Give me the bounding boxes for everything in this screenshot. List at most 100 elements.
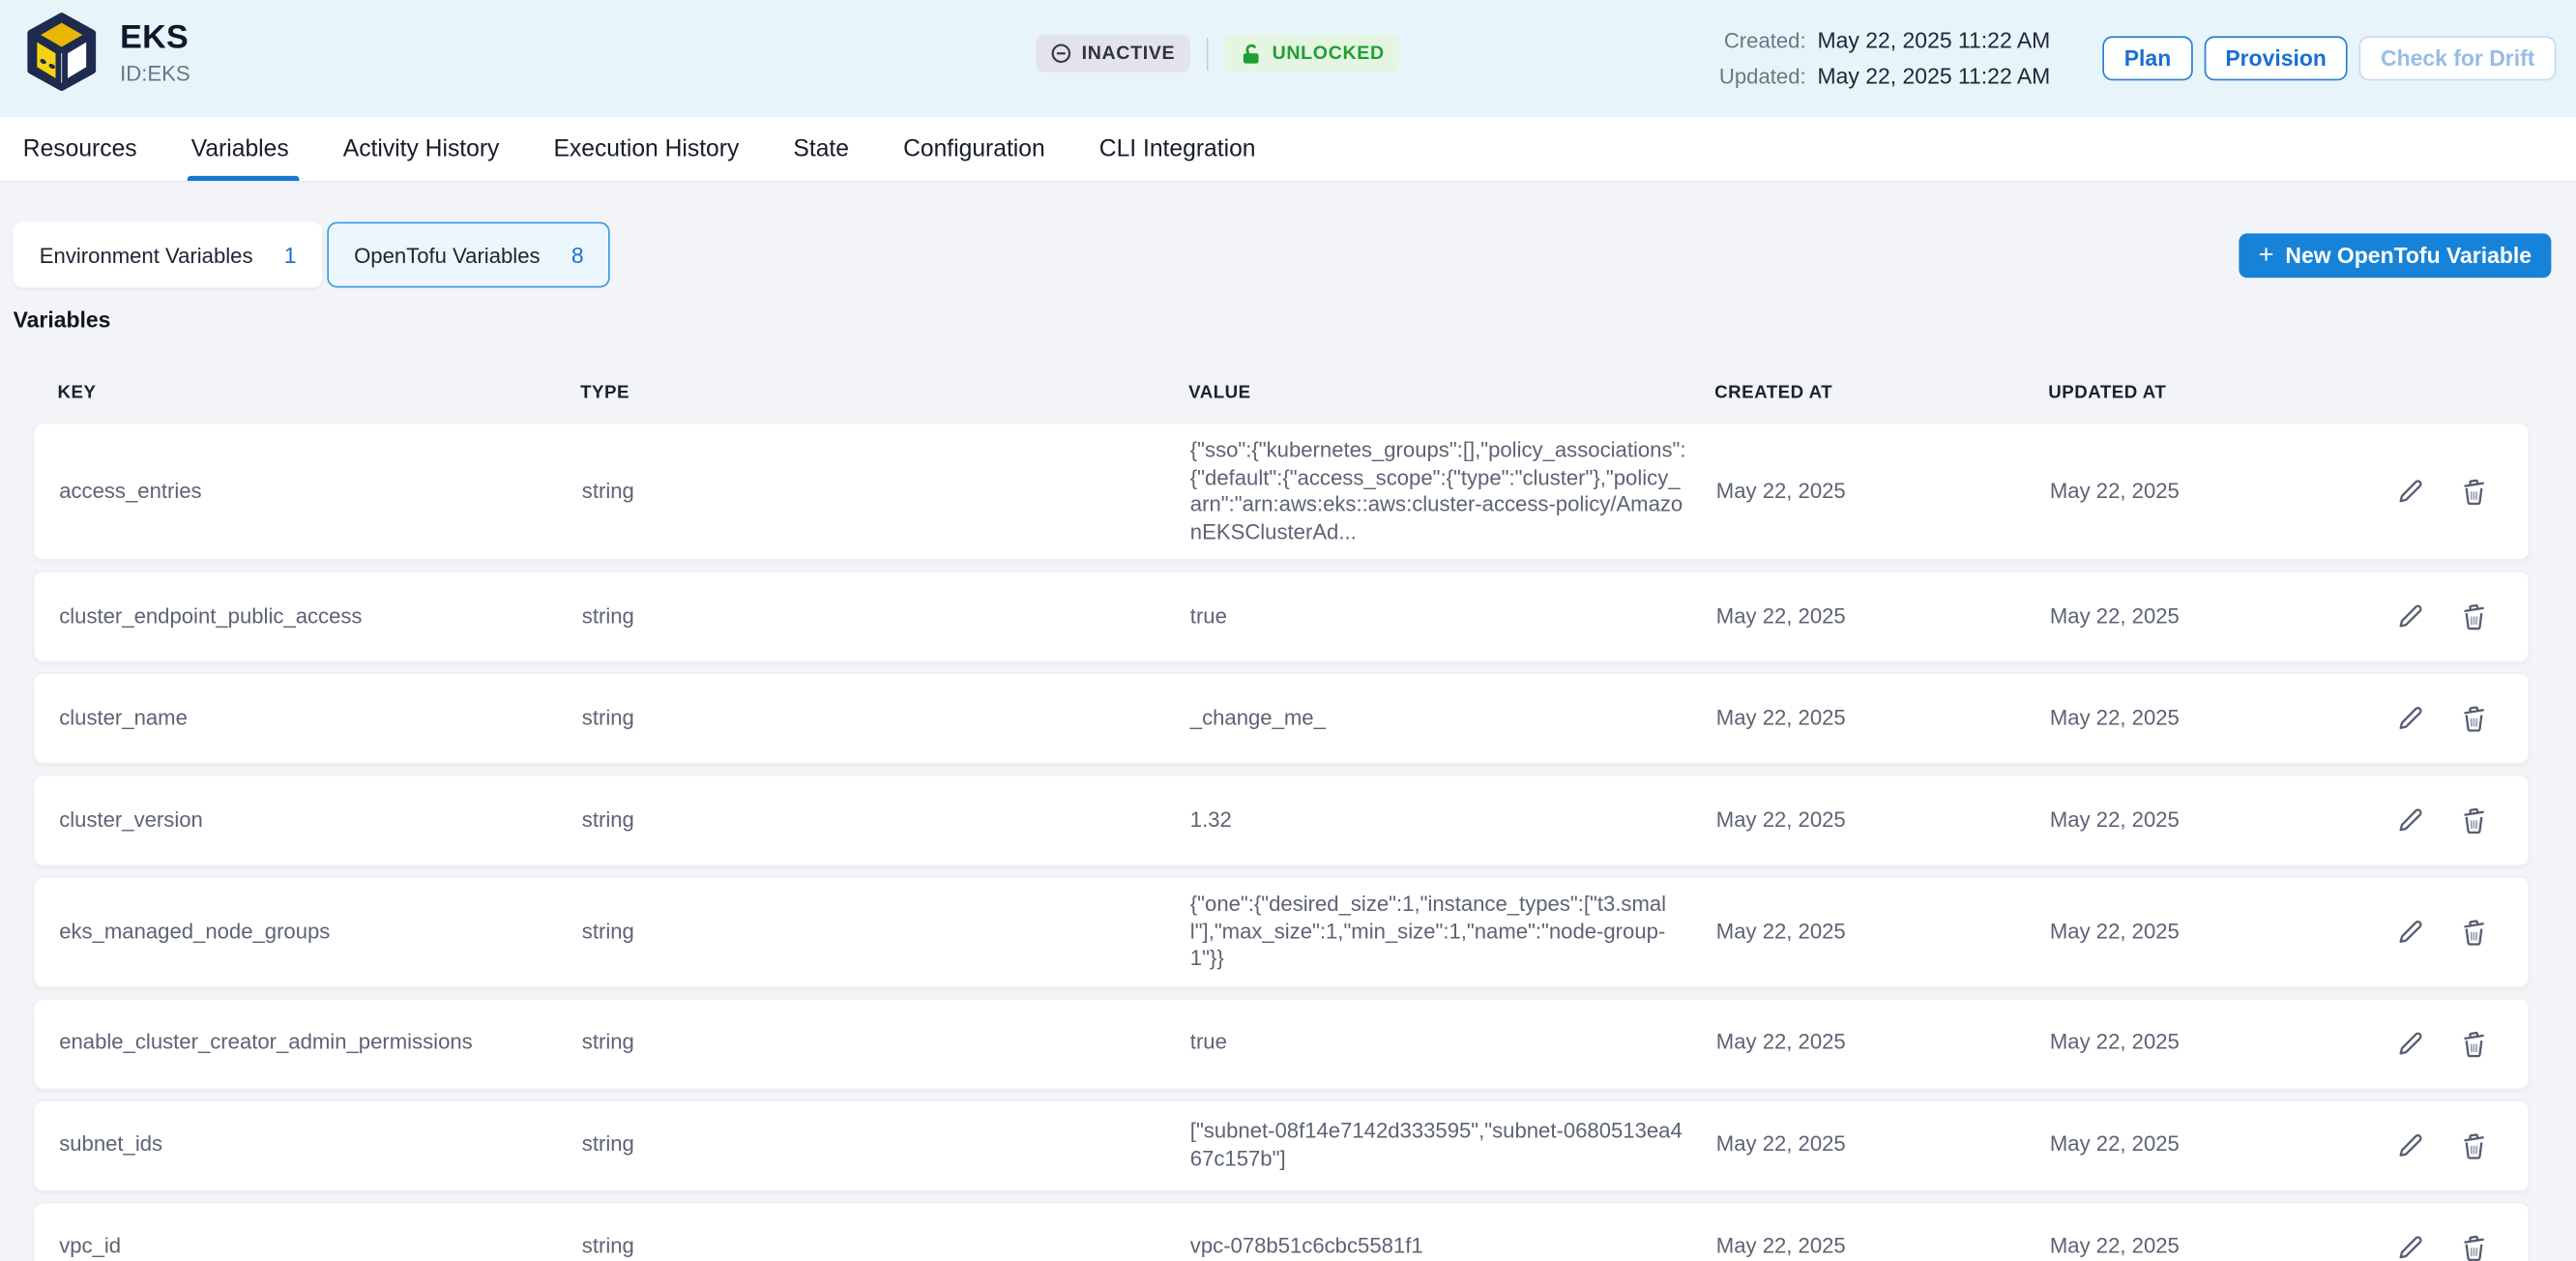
status-badge-label: INACTIVE xyxy=(1082,44,1176,63)
created-value: May 22, 2025 11:22 AM xyxy=(1818,28,2051,53)
tab-variables[interactable]: Variables xyxy=(191,117,289,181)
column-header: KEY xyxy=(58,383,581,402)
opentofu-cube-logo xyxy=(21,12,102,92)
variable-value: 1.32 xyxy=(1190,806,1716,834)
edit-variable-button[interactable] xyxy=(2397,477,2427,507)
variable-key: cluster_endpoint_public_access xyxy=(59,602,582,630)
variable-updated-at: May 22, 2025 xyxy=(2050,806,2405,834)
variable-updated-at: May 22, 2025 xyxy=(2050,478,2405,505)
table-row: vpc_id string vpc-078b51c6cbc5581f1 May … xyxy=(33,1201,2530,1261)
table-row: eks_managed_node_groups string {"one":{"… xyxy=(33,876,2530,987)
tab-state[interactable]: State xyxy=(793,117,849,181)
variable-type: string xyxy=(582,1030,1190,1057)
trash-icon xyxy=(2459,1232,2489,1261)
table-row: cluster_version string 1.32 May 22, 2025… xyxy=(33,775,2530,866)
environment-id: ID:EKS xyxy=(120,60,190,85)
tab-execution-history[interactable]: Execution History xyxy=(554,117,740,181)
table-row: enable_cluster_creator_admin_permissions… xyxy=(33,997,2530,1089)
tab-cli-integration[interactable]: CLI Integration xyxy=(1099,117,1256,181)
pencil-icon xyxy=(2397,601,2427,631)
variable-updated-at: May 22, 2025 xyxy=(2050,1131,2405,1158)
tab-activity-history[interactable]: Activity History xyxy=(343,117,500,181)
pencil-icon xyxy=(2397,477,2427,507)
timestamps: Created: May 22, 2025 11:22 AM Updated: … xyxy=(1719,28,2050,89)
edit-variable-button[interactable] xyxy=(2397,601,2427,631)
variable-updated-at: May 22, 2025 xyxy=(2050,602,2405,630)
page: EKS ID:EKS INACTIVE UNLOCKED xyxy=(0,0,2576,1261)
updated-value: May 22, 2025 11:22 AM xyxy=(1818,64,2051,89)
environment-tabbar: Resources Variables Activity History Execut… xyxy=(0,117,2576,183)
variable-type: string xyxy=(582,806,1190,834)
variable-created-at: May 22, 2025 xyxy=(1716,1131,2050,1158)
variable-updated-at: May 22, 2025 xyxy=(2050,1233,2405,1260)
variable-created-at: May 22, 2025 xyxy=(1716,1030,2050,1057)
edit-variable-button[interactable] xyxy=(2397,806,2427,836)
subtab-opentofu-variables[interactable]: OpenTofu Variables 8 xyxy=(328,222,610,288)
variable-value: true xyxy=(1190,1030,1716,1057)
plan-button[interactable]: Plan xyxy=(2103,36,2193,80)
variable-created-at: May 22, 2025 xyxy=(1716,602,2050,630)
tab-configuration[interactable]: Configuration xyxy=(903,117,1045,181)
updated-label: Updated: xyxy=(1719,64,1806,89)
column-header: UPDATED AT xyxy=(2048,383,2407,402)
table-row: subnet_ids string ["subnet-08f14e7142d33… xyxy=(33,1099,2530,1190)
variable-created-at: May 22, 2025 xyxy=(1716,918,2050,945)
edit-variable-button[interactable] xyxy=(2397,704,2427,734)
delete-variable-button[interactable] xyxy=(2459,1028,2489,1058)
new-opentofu-variable-button[interactable]: + New OpenTofu Variable xyxy=(2239,233,2551,278)
variables-subtab-row: Environment Variables 1 OpenTofu Variabl… xyxy=(0,183,2576,288)
badge-divider xyxy=(1207,37,1209,70)
variable-key: subnet_ids xyxy=(59,1131,582,1158)
edit-variable-button[interactable] xyxy=(2397,1232,2427,1261)
variable-updated-at: May 22, 2025 xyxy=(2050,705,2405,732)
variable-type: string xyxy=(582,705,1190,732)
delete-variable-button[interactable] xyxy=(2459,917,2489,947)
delete-variable-button[interactable] xyxy=(2459,477,2489,507)
check-for-drift-button[interactable]: Check for Drift xyxy=(2359,36,2557,80)
variable-created-at: May 22, 2025 xyxy=(1716,1233,2050,1260)
variable-type: string xyxy=(582,1233,1190,1260)
variable-key: cluster_name xyxy=(59,705,582,732)
trash-icon xyxy=(2459,477,2489,507)
variable-key: vpc_id xyxy=(59,1233,582,1260)
environment-header: EKS ID:EKS INACTIVE UNLOCKED xyxy=(0,0,2576,117)
delete-variable-button[interactable] xyxy=(2459,601,2489,631)
subtab-count: 8 xyxy=(571,243,584,268)
table-row: cluster_name string _change_me_ May 22, … xyxy=(33,672,2530,764)
subtab-label: OpenTofu Variables xyxy=(354,243,540,268)
delete-variable-button[interactable] xyxy=(2459,1232,2489,1261)
table-row: cluster_endpoint_public_access string tr… xyxy=(33,571,2530,662)
subtab-environment-variables[interactable]: Environment Variables 1 xyxy=(14,222,323,288)
section-title: Variables xyxy=(14,308,2576,333)
new-variable-label: New OpenTofu Variable xyxy=(2285,244,2532,269)
variable-value: ["subnet-08f14e7142d333595","subnet-0680… xyxy=(1190,1118,1716,1172)
delete-variable-button[interactable] xyxy=(2459,1130,2489,1160)
variable-created-at: May 22, 2025 xyxy=(1716,478,2050,505)
variable-value: _change_me_ xyxy=(1190,705,1716,732)
variables-table: KEYTYPEVALUECREATED ATUPDATED AT access_… xyxy=(33,364,2530,1261)
variable-type: string xyxy=(582,1131,1190,1158)
lock-badge: UNLOCKED xyxy=(1224,35,1399,73)
page-title: EKS xyxy=(120,19,190,57)
delete-variable-button[interactable] xyxy=(2459,704,2489,734)
delete-variable-button[interactable] xyxy=(2459,806,2489,836)
variable-type: string xyxy=(582,478,1190,505)
variable-type: string xyxy=(582,602,1190,630)
edit-variable-button[interactable] xyxy=(2397,1028,2427,1058)
edit-variable-button[interactable] xyxy=(2397,917,2427,947)
subtab-label: Environment Variables xyxy=(40,243,253,268)
variable-value: {"one":{"desired_size":1,"instance_types… xyxy=(1190,891,1716,972)
tab-resources[interactable]: Resources xyxy=(23,117,137,181)
variable-created-at: May 22, 2025 xyxy=(1716,806,2050,834)
provision-button[interactable]: Provision xyxy=(2204,36,2348,80)
pencil-icon xyxy=(2397,806,2427,836)
trash-icon xyxy=(2459,1130,2489,1160)
variable-key: enable_cluster_creator_admin_permissions xyxy=(59,1030,582,1057)
table-header-row: KEYTYPEVALUECREATED ATUPDATED AT xyxy=(33,364,2530,423)
edit-variable-button[interactable] xyxy=(2397,1130,2427,1160)
column-header: TYPE xyxy=(580,383,1188,402)
trash-icon xyxy=(2459,806,2489,836)
pencil-icon xyxy=(2397,917,2427,947)
pencil-icon xyxy=(2397,1028,2427,1058)
variable-created-at: May 22, 2025 xyxy=(1716,705,2050,732)
